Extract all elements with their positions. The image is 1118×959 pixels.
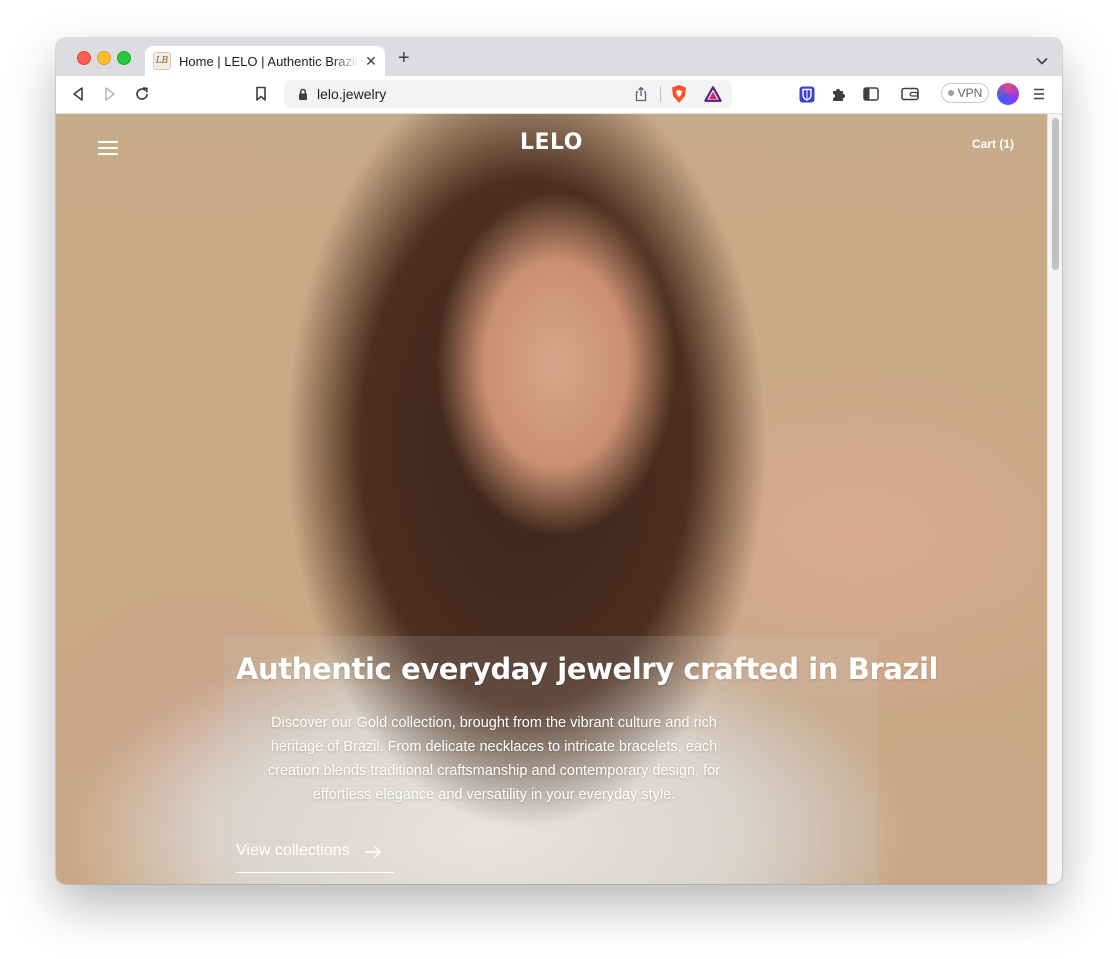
new-tab-button[interactable]: + [398, 48, 410, 68]
site-logo[interactable]: LELO [56, 130, 1047, 155]
active-tab[interactable]: LB Home | LELO | Authentic Brazilian Jew… [145, 46, 385, 76]
sidebar-icon[interactable] [862, 85, 880, 103]
address-bar[interactable]: lelo.jewelry [284, 80, 732, 108]
view-collections-link[interactable]: View collections [236, 842, 394, 873]
bookmark-icon[interactable] [252, 85, 270, 103]
browser-toolbar: lelo.jewelry VPN [56, 76, 1062, 114]
tab-strip: LB Home | LELO | Authentic Brazilian Jew… [56, 38, 1062, 76]
hero-description: Discover our Gold collection, brought fr… [267, 715, 721, 803]
scrollbar-thumb[interactable] [1052, 118, 1059, 270]
tab-title: Home | LELO | Authentic Brazilian Jewelr… [179, 53, 359, 69]
favicon-icon: LB [153, 52, 171, 70]
zoom-window-button[interactable] [117, 51, 131, 65]
forward-arrow-icon[interactable] [101, 85, 119, 103]
profile-avatar[interactable] [997, 83, 1019, 105]
reload-icon[interactable] [133, 85, 151, 103]
browser-window: LB Home | LELO | Authentic Brazilian Jew… [56, 38, 1062, 884]
page-viewport: LELO Cart (1) Authentic everyday jewelry… [56, 114, 1062, 884]
cta-label: View collections [236, 842, 350, 859]
hero-headline: Authentic everyday jewelry crafted in Br… [236, 652, 939, 686]
cart-link[interactable]: Cart (1) [972, 137, 1014, 151]
close-window-button[interactable] [77, 51, 91, 65]
puzzle-icon[interactable] [830, 85, 848, 103]
share-icon[interactable] [632, 85, 650, 103]
page-scrollbar[interactable] [1047, 114, 1062, 884]
minimize-window-button[interactable] [97, 51, 111, 65]
hamburger-menu-icon[interactable] [1030, 85, 1048, 103]
vpn-status-dot-icon [947, 90, 954, 96]
arrow-right-icon [364, 845, 381, 859]
url-text[interactable]: lelo.jewelry [317, 86, 386, 102]
vpn-button[interactable]: VPN [941, 83, 989, 103]
brave-rewards-icon[interactable] [704, 85, 722, 103]
vpn-label: VPN [957, 86, 983, 100]
hero-image: LELO Cart (1) Authentic everyday jewelry… [56, 114, 1047, 884]
tab-list-chevron-icon[interactable] [1036, 52, 1048, 70]
brave-shields-icon[interactable] [670, 85, 688, 103]
url-divider [660, 86, 661, 102]
tab-close-icon[interactable]: ✕ [363, 53, 379, 70]
back-arrow-icon[interactable] [69, 85, 87, 103]
wallet-icon[interactable] [901, 85, 919, 103]
lock-icon[interactable] [294, 85, 312, 103]
bitwarden-icon[interactable] [798, 85, 816, 103]
